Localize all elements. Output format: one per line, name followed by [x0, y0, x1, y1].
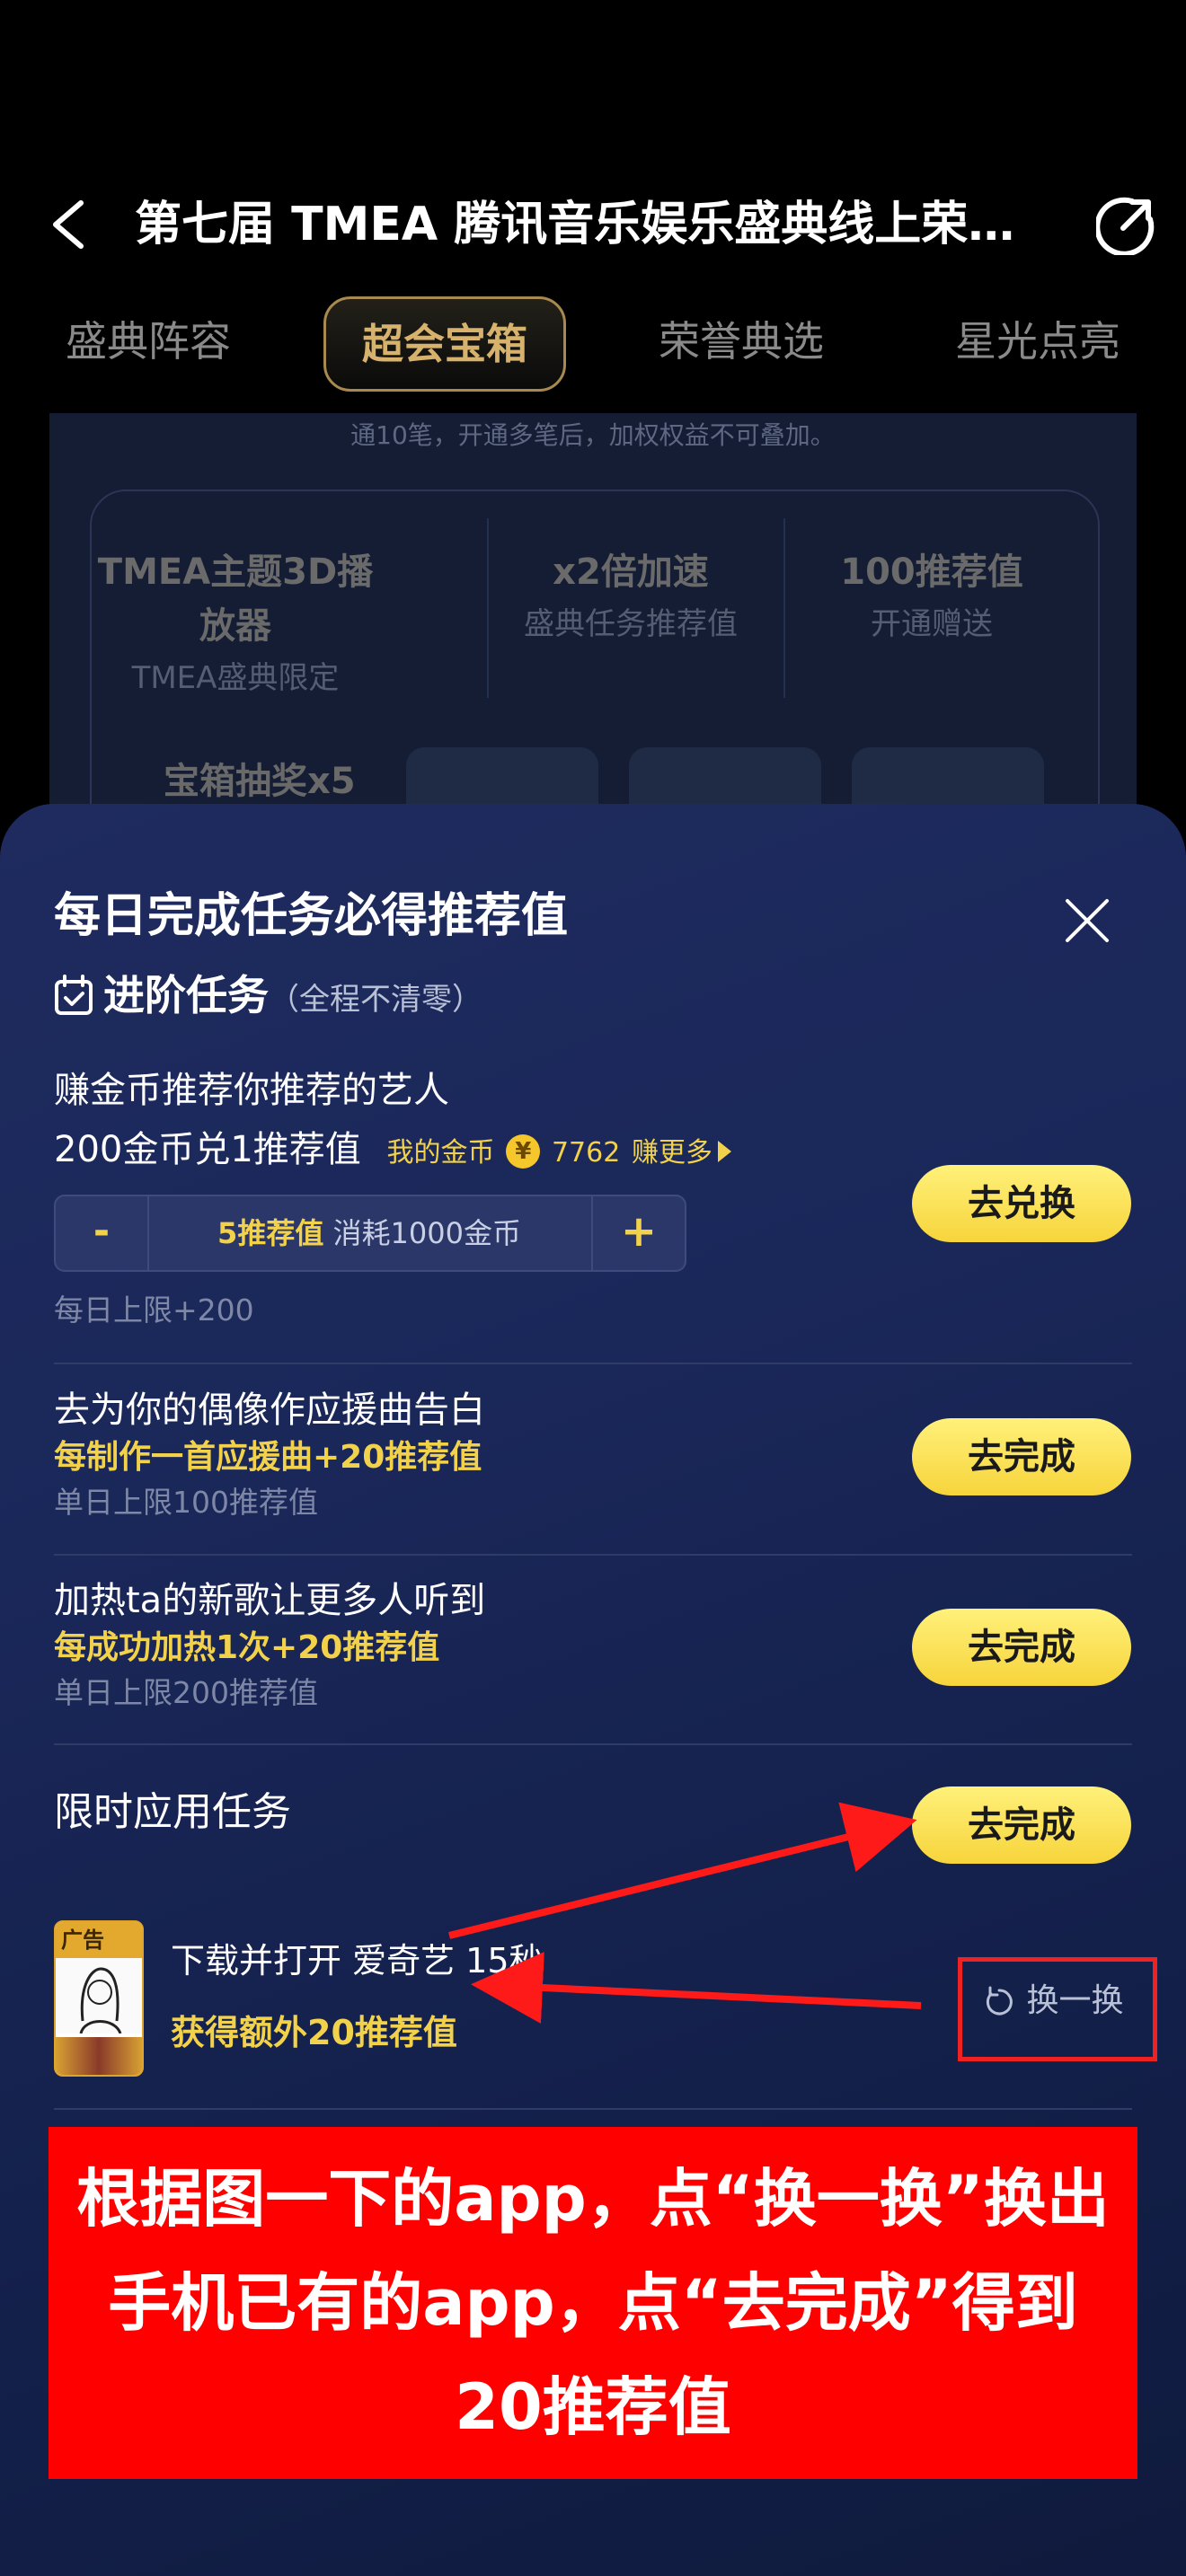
triangle-right-icon[interactable] [718, 1141, 732, 1162]
instruction-text: 根据图一下的app，点“换一换”换出手机已有的app，点“去完成”得到20推荐值 [76, 2162, 1110, 2444]
benefit-title: 100推荐值 [840, 551, 1023, 593]
benefit-subtitle: 盛典任务推荐值 [524, 606, 738, 642]
tab-vip-chest[interactable]: 超会宝箱 [323, 296, 566, 392]
benefit-subtitle: TMEA盛典限定 [131, 660, 340, 696]
task-limit: 单日上限100推荐值 [54, 1485, 318, 1520]
section-title: 进阶任务（全程不清零） [103, 966, 482, 1029]
page-title: 第七届 TMEA 腾讯音乐娱乐盛典线上荣誉... [135, 198, 1051, 251]
task-reward: 每成功加热1次+20推荐值 [54, 1629, 440, 1666]
task-reward: 每制作一首应援曲+20推荐值 [54, 1439, 482, 1476]
task-title: 加热ta的新歌让更多人听到 [54, 1580, 486, 1621]
benefit-item: 100推荐值 开通赠送 [788, 545, 1075, 649]
back-arrow-icon[interactable] [47, 199, 90, 250]
coin-balance: 7762 [551, 1137, 621, 1169]
divider [54, 1743, 1132, 1745]
portrait-icon [56, 1958, 142, 2034]
background-page-content: 通10笔，开通多笔后，加权权益不可叠加。 TMEA主题3D播放器 TMEA盛典限… [49, 413, 1137, 891]
app-task-reward: 获得额外20推荐值 [171, 2013, 457, 2052]
exchange-rate: 200金币兑1推荐值 [54, 1129, 361, 1170]
divider [54, 2108, 1132, 2110]
sheet-title: 每日完成任务必得推荐值 [54, 889, 569, 943]
stepper-value: 5推荐值 消耗1000金币 [149, 1196, 589, 1270]
benefit-title: x2倍加速 [553, 551, 709, 593]
highlight-box [958, 1957, 1157, 2061]
app-icon-banner [56, 2037, 142, 2075]
divider [54, 1554, 1132, 1556]
top-navigation-bar: 第七届 TMEA 腾讯音乐娱乐盛典线上荣誉... 盛典阵容 超会宝箱 荣誉典选 … [0, 0, 1186, 413]
section-note: （全程不清零） [269, 982, 482, 1018]
ad-badge: 广告 [56, 1922, 142, 1958]
complete-button[interactable]: 去完成 [912, 1418, 1131, 1495]
decrement-button[interactable]: - [56, 1196, 149, 1270]
tab-starlight[interactable]: 星光点亮 [925, 296, 1150, 386]
exchange-task-title: 赚金币推荐你推荐的艺人 [54, 1070, 449, 1111]
coin-icon: ¥ [506, 1134, 541, 1169]
divider [783, 518, 785, 698]
tab-honor-selection[interactable]: 荣誉典选 [629, 296, 854, 386]
my-coins-label: 我的金币 [386, 1137, 495, 1169]
stepper-cost: 消耗1000金币 [332, 1216, 521, 1250]
benefit-subtitle: 开通赠送 [871, 606, 993, 642]
tab-lineup[interactable]: 盛典阵容 [36, 296, 261, 386]
tab-bar: 盛典阵容 超会宝箱 荣誉典选 星光点亮 [0, 296, 1186, 395]
section-title-text: 进阶任务 [103, 971, 269, 1019]
divider [54, 1363, 1132, 1364]
earn-more-link[interactable]: 赚更多 [632, 1137, 712, 1169]
calendar-check-icon [55, 975, 93, 1015]
exchange-button[interactable]: 去兑换 [912, 1165, 1131, 1242]
increment-button[interactable]: + [591, 1196, 685, 1270]
benefit-title: TMEA主题3D播放器 [97, 551, 374, 647]
complete-button[interactable]: 去完成 [912, 1786, 1131, 1864]
benefit-item: x2倍加速 盛典任务推荐值 [487, 545, 774, 649]
stepper-amount: 5推荐值 [217, 1216, 324, 1250]
exchange-limit: 每日上限+200 [54, 1292, 254, 1328]
task-title: 去为你的偶像作应援曲告白 [54, 1389, 485, 1431]
quantity-stepper: - 5推荐值 消耗1000金币 + [54, 1195, 686, 1272]
app-icon: 广告 [54, 1920, 144, 2077]
complete-button[interactable]: 去完成 [912, 1609, 1131, 1686]
purchase-note: 通10笔，开通多笔后，加权权益不可叠加。 [350, 420, 836, 450]
task-limit: 单日上限200推荐值 [54, 1675, 318, 1710]
instruction-overlay: 根据图一下的app，点“换一换”换出手机已有的app，点“去完成”得到20推荐值 [49, 2127, 1137, 2479]
app-task-description: 下载并打开 爱奇艺 15秒 [171, 1941, 544, 1981]
coin-balance-line: 200金币兑1推荐值 我的金币 ¥ 7762 赚更多 [54, 1123, 732, 1180]
share-icon[interactable] [1096, 196, 1155, 255]
benefit-item: TMEA主题3D播放器 TMEA盛典限定 [92, 545, 379, 703]
limited-task-title: 限时应用任务 [54, 1789, 291, 1835]
close-icon[interactable] [1060, 894, 1114, 948]
lottery-label: 宝箱抽奖x5 [164, 761, 356, 802]
